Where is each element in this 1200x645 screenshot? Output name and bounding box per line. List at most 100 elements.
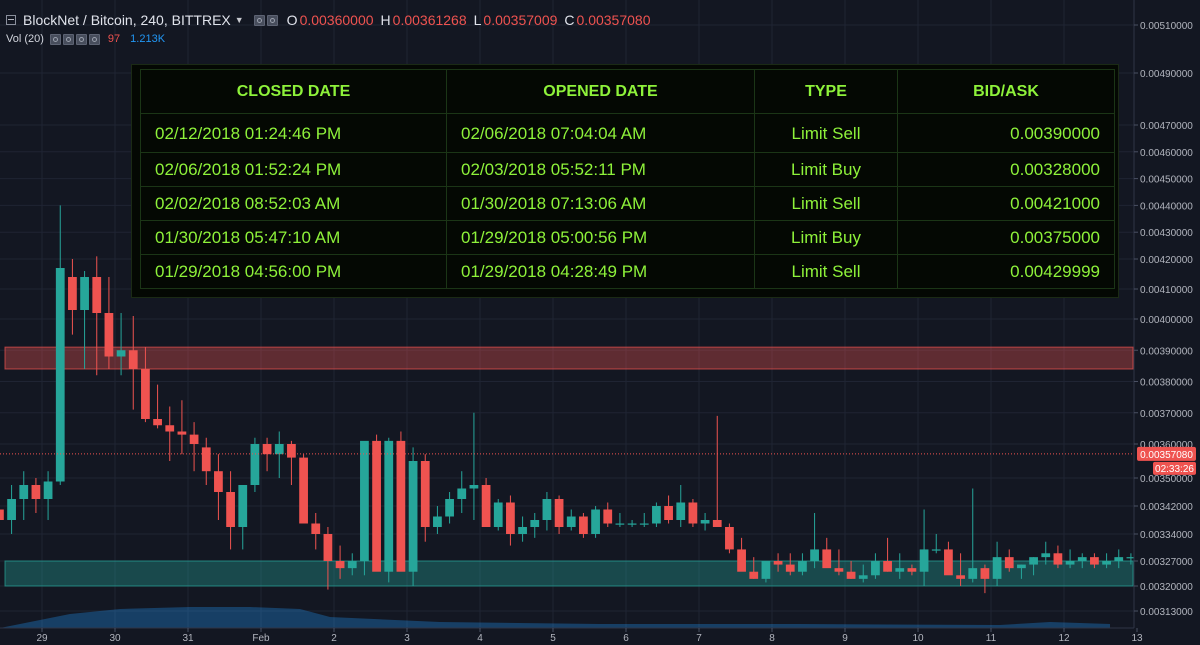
candle-body (360, 440, 369, 561)
candle-body (43, 481, 53, 499)
candle-body (992, 557, 1002, 579)
candle-body (262, 444, 272, 455)
candle-body (579, 516, 588, 534)
price-tick-label: 0.00350000 (1140, 474, 1193, 485)
candle-body (664, 506, 673, 520)
candle-body (116, 350, 126, 357)
settings-icon[interactable] (62, 33, 74, 45)
visibility-icon[interactable] (49, 33, 61, 45)
time-tick-label: 5 (550, 633, 556, 644)
price-tick-label: 0.00390000 (1140, 346, 1193, 357)
settings-icon[interactable] (253, 14, 265, 26)
volume-label[interactable]: Vol (20) (6, 33, 44, 45)
column-header-opened-date: OPENED DATE (446, 69, 755, 114)
candle-body (55, 268, 65, 482)
candle-body (1090, 557, 1099, 565)
candle-body (700, 520, 710, 524)
candle-body (968, 568, 978, 579)
hide-icon[interactable] (266, 14, 278, 26)
time-tick-label: 3 (404, 633, 410, 644)
candle-body (153, 419, 162, 426)
candle-body (1102, 561, 1111, 565)
add-icon[interactable] (75, 33, 87, 45)
ohlc-high-value: 0.00361268 (392, 12, 467, 28)
candle-body (749, 571, 759, 579)
cell-type: Limit Buy (754, 220, 898, 255)
candle-body (1077, 557, 1087, 561)
candle-body (944, 549, 953, 576)
price-tick-label: 0.00400000 (1140, 315, 1193, 326)
chevron-down-icon[interactable]: ▼ (235, 15, 244, 25)
candle-body (481, 485, 491, 527)
candle-body (189, 434, 199, 444)
close-icon[interactable] (88, 33, 100, 45)
candle-body (323, 534, 333, 561)
candle-body (92, 277, 102, 313)
cell-type: Limit Sell (754, 254, 898, 289)
candle-body (907, 568, 917, 572)
collapse-icon[interactable] (6, 15, 16, 25)
cell-bid-ask: 0.00390000 (897, 113, 1115, 153)
price-tick-label: 0.00370000 (1140, 409, 1193, 420)
candle-body (384, 440, 394, 572)
time-tick-label: 4 (477, 633, 483, 644)
time-tick-label: 2 (331, 633, 337, 644)
candle-body (542, 499, 552, 520)
candle-body (712, 520, 722, 527)
candle-body (919, 549, 929, 572)
tradingview-chart[interactable]: 0.00510000 0.00490000 0.00470000 0.00460000… (0, 0, 1200, 645)
price-tick-label: 0.00420000 (1140, 255, 1193, 266)
candle-body (518, 527, 527, 534)
symbol-title[interactable]: BlockNet / Bitcoin, 240, BITTREX (23, 12, 231, 28)
candle-body (627, 523, 637, 525)
price-tick-label: 0.00313000 (1140, 607, 1193, 618)
candle-body (104, 313, 114, 357)
candle-body (858, 575, 868, 579)
table-row: 02/02/2018 08:52:03 AM 01/30/2018 07:13:… (140, 186, 1115, 221)
price-tick-label: 0.00327000 (1140, 557, 1193, 568)
time-tick-label: 10 (912, 633, 924, 644)
time-tick-label: 9 (842, 633, 848, 644)
time-tick-label: Feb (252, 633, 270, 644)
candle-body (177, 431, 187, 435)
candle-body (0, 509, 4, 520)
cell-bid-ask: 0.00429999 (897, 254, 1115, 289)
candle-body (1029, 557, 1038, 565)
ohlc-low-key: L (473, 12, 482, 28)
time-tick-label: 11 (986, 633, 997, 644)
time-tick-label: 6 (623, 633, 629, 644)
candle-body (785, 564, 795, 572)
candle-body (773, 561, 783, 565)
candle-body (1114, 557, 1124, 561)
candle-body (737, 549, 746, 572)
ohlc-open-key: O (286, 12, 298, 28)
candle-body (214, 471, 223, 492)
time-tick-label: 12 (1058, 633, 1070, 644)
price-tick-label: 0.00440000 (1140, 201, 1193, 212)
candle-body (956, 575, 965, 579)
candle-body (445, 499, 454, 517)
ohlc-low-value: 0.00357009 (483, 12, 558, 28)
candle-body (347, 561, 357, 569)
candle-body (396, 440, 406, 572)
candle-body (980, 568, 990, 579)
candle-body (311, 523, 321, 534)
candle-body (639, 523, 649, 525)
candle-body (652, 506, 661, 524)
cell-closed-date: 01/29/2018 04:56:00 PM (140, 254, 447, 289)
zone-support (4, 560, 1134, 587)
candle-body (615, 523, 625, 525)
candle-body (226, 492, 235, 527)
candle-body (846, 571, 856, 579)
cell-bid-ask: 0.00328000 (897, 152, 1115, 187)
candle-body (274, 444, 284, 455)
table-row: 02/12/2018 01:24:46 PM 02/06/2018 07:04:… (140, 113, 1115, 153)
last-price-label: 0.00357080 (1140, 450, 1193, 461)
price-tick-label: 0.00450000 (1140, 175, 1193, 186)
column-header-closed-date: CLOSED DATE (140, 69, 447, 114)
candle-body (1053, 553, 1063, 565)
cell-opened-date: 01/30/2018 07:13:06 AM (446, 186, 755, 221)
candle-body (493, 502, 503, 527)
candle-body (810, 549, 819, 561)
candle-body (1065, 561, 1075, 565)
